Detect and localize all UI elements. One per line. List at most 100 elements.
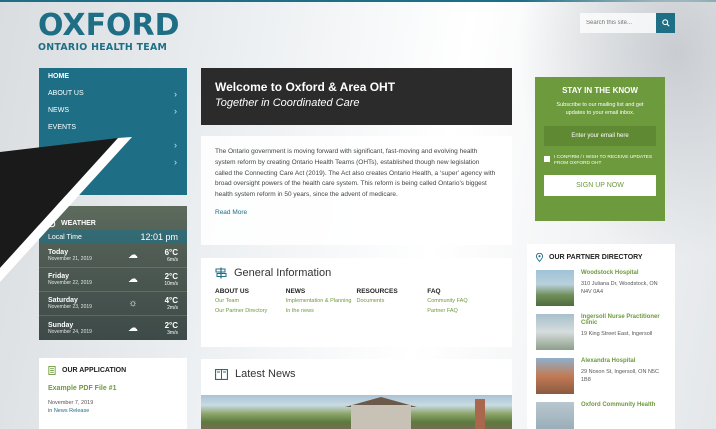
document-icon (48, 366, 56, 375)
nav-item-home[interactable]: HOME (39, 68, 187, 85)
weather-day: Saturday (48, 297, 78, 304)
weather-row: Friday November 22, 2019 ☁ 2°C 10m/s (39, 268, 187, 292)
general-info-card: General Information ABOUT US Our Team Ou… (201, 258, 512, 347)
application-link[interactable]: Example PDF File #1 (48, 385, 178, 392)
search-input[interactable] (580, 13, 656, 33)
news-image[interactable] (201, 395, 512, 429)
weather-wind: 10m/s (164, 281, 178, 287)
weather-temp: 2°C (164, 272, 178, 281)
logo-main-text: OXFORD (38, 8, 180, 43)
weather-day: Sunday (48, 321, 74, 329)
map-pin-icon (536, 253, 543, 262)
application-date: November 7, 2019 (48, 400, 94, 406)
partner-item[interactable]: Alexandra Hospital 29 Noxon St, Ingersoll… (536, 358, 666, 394)
column-heading: NEWS (285, 288, 306, 295)
column-link[interactable]: Community FAQ (427, 298, 498, 305)
local-time-label: Local Time (48, 233, 82, 241)
partner-name[interactable]: Alexandra Hospital (581, 358, 666, 364)
nav-item-5[interactable]: › (39, 136, 187, 153)
weather-row: Sunday November 24, 2019 ☁ 2°C 3m/s (39, 316, 187, 340)
consent-checkbox[interactable] (544, 156, 550, 162)
partner-name[interactable]: Oxford Community Health (581, 402, 655, 408)
intro-panel: The Ontario government is moving forward… (201, 136, 512, 245)
nav-item-about[interactable]: ABOUT US › (39, 85, 187, 102)
logo-sub-text: ONTARIO HEALTH TEAM (38, 42, 168, 53)
sun-icon: ☼ (128, 298, 138, 309)
section-title: Latest News (215, 368, 498, 380)
intro-text: The Ontario government is moving forward… (215, 148, 496, 199)
info-column: FAQ Community FAQ Partner FAQ (427, 288, 498, 315)
chevron-right-icon: › (174, 105, 177, 116)
read-more-link[interactable]: Read More (215, 209, 498, 216)
partner-address: 310 Juliana Dr, Woodstock, ON N4V 0A4 (581, 281, 658, 295)
search-button[interactable] (656, 13, 675, 33)
card-title-label: OUR PARTNER DIRECTORY (549, 254, 643, 261)
newspaper-icon (215, 368, 228, 380)
info-columns: ABOUT US Our Team Our Partner Directory … (215, 288, 498, 315)
partner-address: 29 Noxon St, Ingersoll, ON N5C 1B8 (581, 369, 659, 383)
sign-up-button[interactable]: SIGN UP NOW (544, 175, 656, 196)
nav-item-label: ABOUT US (48, 90, 84, 97)
info-column: RESOURCES Documents (357, 288, 428, 315)
partner-directory: OUR PARTNER DIRECTORY Woodstock Hospital… (527, 244, 675, 429)
column-heading: FAQ (427, 288, 441, 295)
column-heading: ABOUT US (215, 288, 249, 295)
weather-date: November 23, 2019 (48, 304, 92, 310)
weather-date: November 22, 2019 (48, 280, 92, 286)
partner-address: 19 King Street East, Ingersoll (581, 331, 653, 337)
weather-day: Friday (48, 273, 70, 280)
category-link[interactable]: News Release (54, 408, 89, 414)
weather-temp: 6°C (164, 248, 178, 257)
info-column: ABOUT US Our Team Our Partner Directory (215, 288, 286, 315)
column-link[interactable]: Our Partner Directory (215, 308, 286, 315)
nav-item-label: EVENTS (48, 124, 77, 131)
weather-wind: 6m/s (167, 257, 178, 263)
site-logo[interactable]: OXFORD ONTARIO HEALTH TEAM (38, 8, 188, 54)
site-search (580, 13, 675, 33)
weather-date: November 24, 2019 (48, 328, 92, 335)
card-title: OUR APPLICATION (48, 366, 178, 375)
weather-local-time: Local Time 12:01 pm (39, 230, 187, 244)
weather-temp: 2°C (164, 320, 178, 330)
news-image-tower (475, 399, 485, 429)
search-icon (661, 19, 670, 27)
nav-item-news[interactable]: NEWS › (39, 102, 187, 119)
consent-checkbox-row: I CONFIRM / I WISH TO RECEIVE UPDATES FR… (544, 155, 656, 167)
weather-row: Today November 21, 2019 ☁ 6°C 6m/s (39, 244, 187, 268)
cloud-icon: ☁ (128, 250, 138, 261)
partner-name[interactable]: Ingersoll Nurse Practitioner Clinic (581, 314, 666, 326)
partner-item[interactable]: Ingersoll Nurse Practitioner Clinic 19 Ki… (536, 314, 666, 350)
column-link[interactable]: Documents (357, 298, 428, 305)
partner-image (536, 314, 574, 350)
column-link[interactable]: In the news (286, 308, 357, 315)
section-title-label: Latest News (235, 368, 296, 380)
partner-image (536, 402, 574, 429)
signpost-icon (215, 267, 227, 279)
nav-item-6[interactable]: › (39, 153, 187, 170)
weather-header: WEATHER (39, 206, 187, 230)
weather-wind: 2m/s (167, 305, 178, 311)
latest-news-card: Latest News (201, 359, 512, 429)
partner-item[interactable]: Woodstock Hospital 310 Juliana Dr, Woodst… (536, 270, 666, 306)
weather-wind: 3m/s (167, 329, 178, 336)
partner-item[interactable]: Oxford Community Health (536, 402, 666, 429)
weather-title: WEATHER (61, 220, 96, 227)
nav-item-label: NEWS (48, 107, 69, 114)
email-field[interactable]: Enter your email here (544, 126, 656, 146)
welcome-title: Welcome to Oxford & Area OHT (215, 80, 396, 94)
nav-item-events[interactable]: EVENTS (39, 119, 187, 136)
weather-day: Today (48, 249, 69, 256)
column-heading: RESOURCES (356, 288, 398, 295)
chevron-right-icon: › (174, 88, 177, 99)
column-link[interactable]: Partner FAQ (427, 308, 498, 315)
column-link[interactable]: Implementation & Planning (286, 298, 357, 305)
cloud-icon: ☁ (128, 322, 138, 334)
column-link[interactable]: Our Team (215, 298, 286, 305)
info-column: NEWS Implementation & Planning In the ne… (286, 288, 357, 315)
chevron-right-icon: › (174, 139, 177, 150)
section-title: General Information (215, 267, 498, 279)
partner-name[interactable]: Woodstock Hospital (581, 270, 666, 276)
welcome-subtitle: Together in Coordinated Care (215, 97, 360, 109)
card-title: OUR PARTNER DIRECTORY (536, 253, 666, 262)
news-image-house (351, 405, 411, 429)
